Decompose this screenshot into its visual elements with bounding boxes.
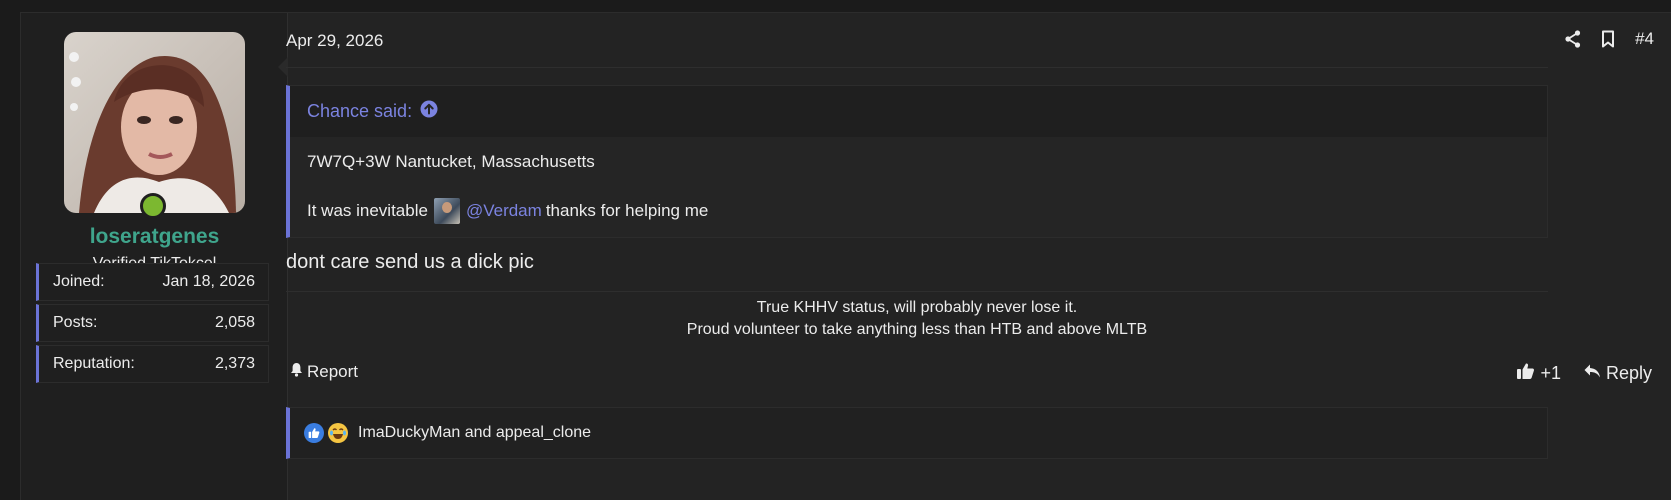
share-icon[interactable]	[1565, 30, 1581, 48]
quote-header[interactable]: Chance said:	[290, 86, 1547, 137]
signature-line: True KHHV status, will probably never lo…	[756, 299, 1078, 316]
mention-avatar[interactable]	[433, 198, 460, 224]
quote-text-line: It was inevitable @Verdam thanks for hel…	[307, 198, 708, 224]
post-date[interactable]: Apr 29, 2026	[286, 31, 383, 51]
bookmark-icon[interactable]	[1601, 30, 1615, 48]
signature: True KHHV status, will probably never lo…	[286, 297, 1548, 341]
stat-posts: Posts: 2,058	[36, 304, 269, 342]
post-body: dont care send us a dick pic	[286, 251, 534, 273]
post-header-actions: #4	[1565, 29, 1654, 49]
online-status-indicator	[140, 193, 166, 219]
quote-block: Chance said: 7W7Q+3W Nantucket, Massachu…	[286, 85, 1548, 238]
post-footer-actions: +1 Reply	[1516, 362, 1652, 385]
bell-icon	[290, 362, 303, 382]
report-label: Report	[307, 362, 359, 381]
reactions-bar[interactable]: ImaDuckyMan and appeal_clone	[286, 407, 1548, 459]
stat-reputation: Reputation: 2,373	[36, 345, 269, 383]
user-sidebar: loseratgenes Verified TikTokcel Joined: …	[21, 13, 288, 500]
stat-joined: Joined: Jan 18, 2026	[36, 263, 269, 301]
post-number-link[interactable]: #4	[1635, 29, 1654, 49]
quote-text: thanks for helping me	[545, 201, 709, 220]
signature-line: Proud volunteer to take anything less th…	[686, 321, 1148, 338]
reply-label: Reply	[1605, 363, 1652, 383]
like-count: +1	[1540, 363, 1561, 383]
laugh-reaction-icon	[328, 423, 348, 443]
header-divider	[286, 67, 1548, 68]
thumbs-up-icon	[1516, 362, 1535, 385]
username-link[interactable]: loseratgenes	[21, 225, 288, 249]
reply-button[interactable]: Reply	[1583, 363, 1652, 384]
like-reaction-icon	[304, 423, 324, 443]
stat-value: 2,373	[214, 355, 255, 372]
quote-text: It was inevitable	[307, 201, 428, 220]
stat-label: Posts:	[53, 314, 98, 331]
quote-author[interactable]: Chance said:	[307, 101, 412, 122]
user-mention-link[interactable]: @Verdam	[466, 201, 542, 221]
report-button[interactable]: Report	[290, 362, 358, 382]
reply-icon	[1583, 363, 1601, 384]
arrow-up-circle-icon[interactable]	[420, 100, 438, 123]
stat-label: Joined:	[53, 273, 105, 290]
reactions-users[interactable]: ImaDuckyMan and appeal_clone	[358, 424, 591, 442]
stat-value: 2,058	[214, 314, 255, 331]
like-button[interactable]: +1	[1516, 362, 1561, 385]
stat-label: Reputation:	[53, 355, 135, 372]
quote-text-line: 7W7Q+3W Nantucket, Massachusetts	[307, 152, 595, 171]
forum-post: loseratgenes Verified TikTokcel Joined: …	[20, 12, 1671, 500]
stat-value: Jan 18, 2026	[162, 273, 255, 290]
signature-divider	[286, 291, 1548, 292]
user-avatar[interactable]	[64, 32, 245, 213]
